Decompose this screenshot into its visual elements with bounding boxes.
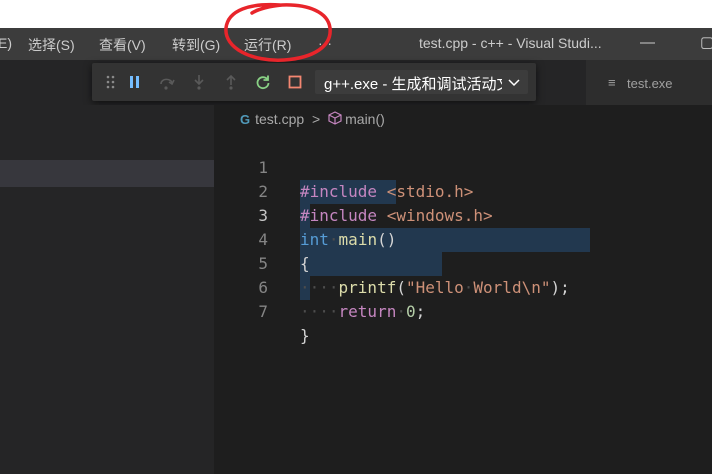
debug-config-value: g++.exe - 生成和调试活动文件 [324,76,502,93]
chevron-down-icon [508,75,520,92]
line-number: 7 [258,302,268,321]
cube-icon [328,111,342,128]
debug-toolbar: g++.exe - 生成和调试活动文件 [92,63,536,101]
menu-edit[interactable]: E) [0,35,12,51]
menu-view[interactable]: 查看(V) [99,35,146,55]
step-into-icon[interactable] [186,63,212,101]
line-content: } [300,326,310,345]
title-bar: E) 选择(S) 查看(V) 转到(G) 运行(R) ··· test.cpp … [0,28,712,60]
code-line[interactable]: 2 #include <windows.h> [214,156,712,225]
minimize-icon[interactable]: — [640,34,655,51]
breadcrumb-file[interactable]: test.cpp [255,111,304,127]
window-title: test.cpp - c++ - Visual Studi... [419,35,602,51]
menu-run[interactable]: 运行(R) [244,35,291,55]
code-line[interactable]: 5 ····printf("Hello·World\n"); [214,228,712,297]
breadcrumb: Gtest.cpp > main() [240,110,385,128]
line-content: ····return·0; [300,302,426,321]
breadcrumb-separator: > [312,111,321,128]
code-line[interactable]: 3 int·main() [214,180,712,249]
code-line[interactable]: 7 } [214,276,712,345]
tab-test-exe[interactable]: ≡ test.exe [586,60,712,105]
code-line[interactable]: 1 #include <stdio.h> [214,132,712,201]
drag-handle-icon[interactable] [98,63,124,101]
menu-more[interactable]: ··· [318,35,332,51]
stop-icon[interactable] [282,63,308,101]
debug-config-select[interactable]: g++.exe - 生成和调试活动文件 [315,70,528,94]
code-line[interactable]: 6 ····return·0; [214,252,712,321]
screenshot-top-margin [0,0,712,28]
step-over-icon[interactable] [154,63,180,101]
file-lines-icon: ≡ [608,75,616,90]
menu-selection[interactable]: 选择(S) [28,35,75,55]
restart-icon[interactable] [250,63,276,101]
tab-label: test.exe [627,76,673,91]
code-line[interactable]: 4 { [214,204,712,273]
menu-goto[interactable]: 转到(G) [172,35,220,55]
cpp-file-icon: G [240,111,251,127]
step-out-icon[interactable] [218,63,244,101]
sidebar-selected-row[interactable] [0,160,214,187]
maximize-icon[interactable]: ▢ [700,33,712,51]
pause-icon[interactable] [122,63,148,101]
breadcrumb-symbol[interactable]: main() [345,111,385,127]
